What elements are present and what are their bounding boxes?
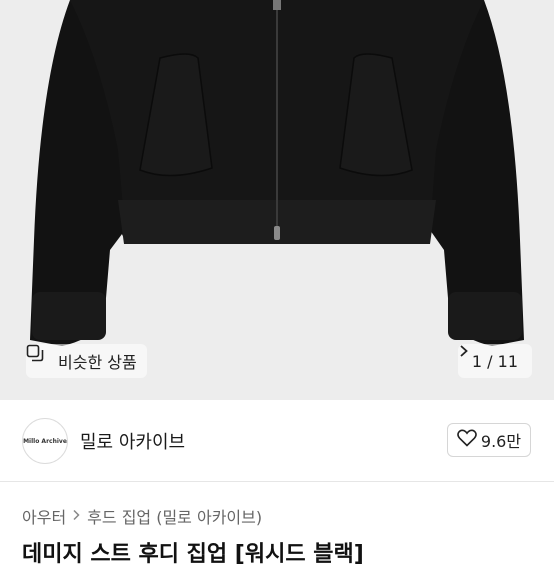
like-button[interactable]: 9.6만	[447, 423, 531, 457]
breadcrumb: 아우터 후드 집업 (밀로 아카이브)	[22, 504, 262, 528]
like-count: 9.6만	[480, 432, 522, 451]
similar-items-label: 비슷한 상품	[58, 353, 137, 372]
heart-outline-icon	[457, 429, 477, 451]
avatar-logo-text: Millo Archive	[23, 437, 67, 445]
image-counter[interactable]: 1 / 11	[457, 344, 532, 378]
similar-items-button[interactable]: 비슷한 상품	[26, 344, 147, 378]
product-title: 데미지 스트 후디 집업 [워시드 블랙]	[22, 542, 364, 567]
breadcrumb-item-outer[interactable]: 아우터	[22, 504, 66, 528]
breadcrumb-item-hood-zipup[interactable]: 후드 집업 (밀로 아카이브)	[87, 504, 262, 528]
hoodie-image	[30, 0, 524, 346]
shop-name[interactable]: 밀로 아카이브	[80, 428, 185, 454]
product-image[interactable]: 비슷한 상품 1 / 11	[0, 0, 554, 400]
chevron-right-icon	[72, 507, 81, 525]
avatar[interactable]: Millo Archive	[22, 418, 68, 464]
image-counter-text: 1 / 11	[471, 351, 518, 371]
similar-items-icon	[26, 344, 52, 370]
